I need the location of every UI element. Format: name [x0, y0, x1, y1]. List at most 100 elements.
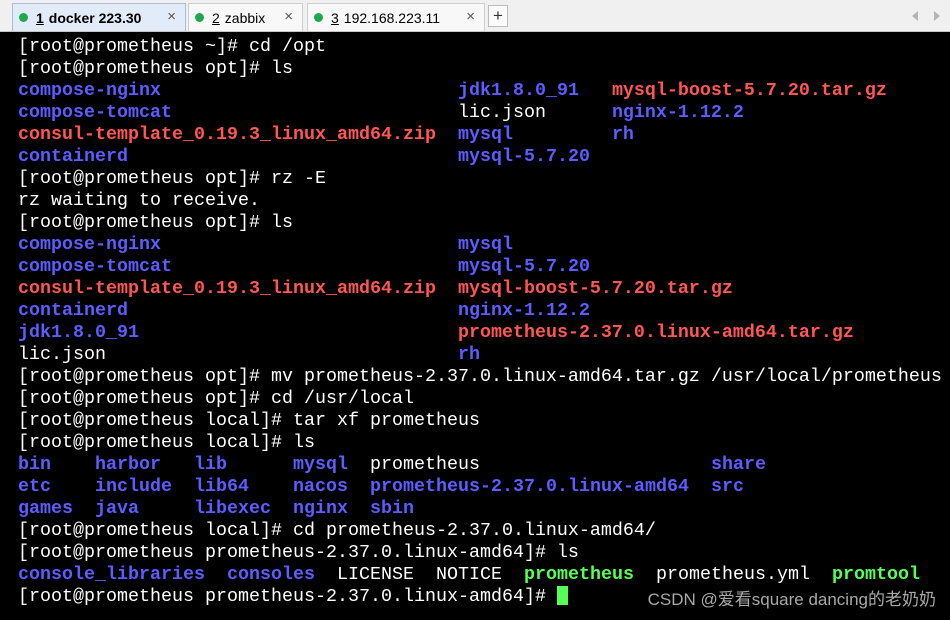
close-tab-button[interactable]: × [466, 9, 475, 25]
directory-entry: consoles [226, 564, 337, 585]
directory-entry: nginx-1.12.2 [457, 300, 590, 321]
terminal-line: compose-tomcat lic.json nginx-1.12.2 [18, 102, 950, 124]
terminal-text: rz waiting to receive. [18, 190, 260, 211]
directory-entry: compose-tomcat [18, 256, 458, 277]
directory-entry: harbor [95, 454, 194, 475]
directory-entry: libexec [194, 498, 293, 519]
session-tab-bar: 1 docker 223.30 × 2 zabbix × 3 192.168.2… [0, 0, 950, 32]
terminal-line: console_libraries consoles LICENSE NOTIC… [18, 564, 950, 586]
connection-status-icon [195, 13, 204, 22]
terminal-line: etc include lib64 nacos prometheus-2.37.… [18, 476, 950, 498]
tab-label: zabbix [224, 9, 266, 26]
watermark: CSDN @爱看square dancing的老奶奶 [647, 590, 936, 609]
directory-entry: lib64 [194, 476, 293, 497]
terminal-line: compose-nginx mysql [18, 234, 950, 256]
file-entry: lic.json [18, 344, 458, 365]
terminal-line: bin harbor lib mysql prometheus share [18, 454, 950, 476]
terminal-line: [root@prometheus opt]# rz -E [18, 168, 950, 190]
directory-entry: mysql-5.7.20 [457, 256, 590, 277]
close-tab-button[interactable]: × [284, 9, 293, 25]
terminal-text: [root@prometheus opt]# ls [18, 212, 293, 233]
directory-entry: bin [18, 454, 95, 475]
directory-entry: mysql [457, 234, 513, 255]
directory-entry: sbin [370, 498, 414, 519]
executable-entry: promtool [831, 564, 920, 585]
terminal-text: [root@prometheus local]# ls [18, 432, 315, 453]
directory-entry: share [710, 454, 766, 475]
tab-label: 192.168.223.11 [343, 9, 441, 26]
terminal-line: [root@prometheus prometheus-2.37.0.linux… [18, 542, 950, 564]
directory-entry: containerd [18, 300, 458, 321]
directory-entry: etc [18, 476, 95, 497]
directory-entry: mysql [293, 454, 370, 475]
tab-label: docker 223.30 [48, 9, 142, 26]
terminal-text: [root@prometheus prometheus-2.37.0.linux… [18, 542, 579, 563]
directory-entry: nginx [293, 498, 370, 519]
terminal-line: compose-nginx jdk1.8.0_91 mysql-boost-5.… [18, 80, 950, 102]
directory-entry: console_libraries [18, 564, 227, 585]
directory-entry: java [95, 498, 194, 519]
directory-entry: compose-tomcat [18, 102, 458, 123]
terminal-line: jdk1.8.0_91 prometheus-2.37.0.linux-amd6… [18, 322, 950, 344]
terminal-line: [root@prometheus opt]# ls [18, 212, 950, 234]
directory-entry: rh [611, 124, 634, 145]
directory-entry: jdk1.8.0_91 [457, 80, 612, 101]
session-tab-1[interactable]: 1 docker 223.30 × [12, 3, 186, 31]
new-tab-button[interactable]: + [488, 5, 508, 27]
terminal-text: [root@prometheus ~]# cd /opt [18, 36, 326, 57]
terminal-line: containerd mysql-5.7.20 [18, 146, 950, 168]
archive-entry: mysql-boost-5.7.20.tar.gz [611, 80, 887, 101]
terminal-text: [root@prometheus opt]# ls [18, 58, 293, 79]
close-tab-button[interactable]: × [167, 9, 176, 25]
directory-entry: mysql-5.7.20 [457, 146, 590, 167]
terminal-text: [root@prometheus opt]# cd /usr/local [18, 388, 414, 409]
terminal-line: consul-template_0.19.3_linux_amd64.zip m… [18, 124, 950, 146]
terminal-line: lic.json rh [18, 344, 950, 366]
terminal-line: [root@prometheus local]# cd prometheus-2… [18, 520, 950, 542]
directory-entry: include [95, 476, 194, 497]
archive-entry: consul-template_0.19.3_linux_amd64.zip [18, 278, 458, 299]
archive-entry: prometheus-2.37.0.linux-amd64.tar.gz [457, 322, 854, 343]
directory-entry: games [18, 498, 95, 519]
terminal-line: games java libexec nginx sbin [18, 498, 950, 520]
scroll-right-icon[interactable] [934, 11, 940, 21]
terminal-line: compose-tomcat mysql-5.7.20 [18, 256, 950, 278]
terminal-line: containerd nginx-1.12.2 [18, 300, 950, 322]
terminal-line: [root@prometheus opt]# mv prometheus-2.3… [18, 366, 950, 388]
terminal-line: consul-template_0.19.3_linux_amd64.zip m… [18, 278, 950, 300]
terminal-text: [root@prometheus opt]# mv prometheus-2.3… [18, 366, 942, 387]
directory-entry: compose-nginx [18, 80, 458, 101]
tab-number: 3 [331, 9, 339, 26]
file-entry: prometheus.yml [655, 564, 832, 585]
terminal-line: [root@prometheus opt]# ls [18, 58, 950, 80]
session-tab-2[interactable]: 2 zabbix × [188, 3, 303, 31]
directory-entry: nginx-1.12.2 [611, 102, 744, 123]
archive-entry: mysql-boost-5.7.20.tar.gz [457, 278, 733, 299]
terminal-line: [root@prometheus local]# ls [18, 432, 950, 454]
file-entry: lic.json [457, 102, 612, 123]
terminal-output[interactable]: [root@prometheus ~]# cd /opt [root@promet… [0, 32, 950, 620]
connection-status-icon [19, 13, 28, 22]
connection-status-icon [314, 13, 323, 22]
directory-entry: nacos [293, 476, 370, 497]
scroll-left-icon[interactable] [912, 11, 918, 21]
cursor [556, 586, 568, 605]
directory-entry: compose-nginx [18, 234, 458, 255]
terminal-line: [root@prometheus opt]# cd /usr/local [18, 388, 950, 410]
executable-entry: prometheus [523, 564, 656, 585]
directory-entry: lib [194, 454, 293, 475]
terminal-text: [root@prometheus opt]# rz -E [18, 168, 326, 189]
tab-number: 2 [212, 9, 220, 26]
session-tab-3[interactable]: 3 192.168.223.11 × [307, 3, 485, 31]
directory-entry: src [710, 476, 744, 497]
terminal-text: [root@prometheus local]# tar xf promethe… [18, 410, 480, 431]
directory-entry: mysql [457, 124, 612, 145]
directory-entry: rh [457, 344, 480, 365]
terminal-text: [root@prometheus local]# cd prometheus-2… [18, 520, 656, 541]
terminal-line: [root@prometheus ~]# cd /opt [18, 36, 950, 58]
directory-entry: containerd [18, 146, 458, 167]
directory-entry: prometheus-2.37.0.linux-amd64 [370, 476, 711, 497]
tab-number: 1 [36, 9, 44, 26]
archive-entry: consul-template_0.19.3_linux_amd64.zip [18, 124, 458, 145]
file-entry: LICENSE [336, 564, 436, 585]
